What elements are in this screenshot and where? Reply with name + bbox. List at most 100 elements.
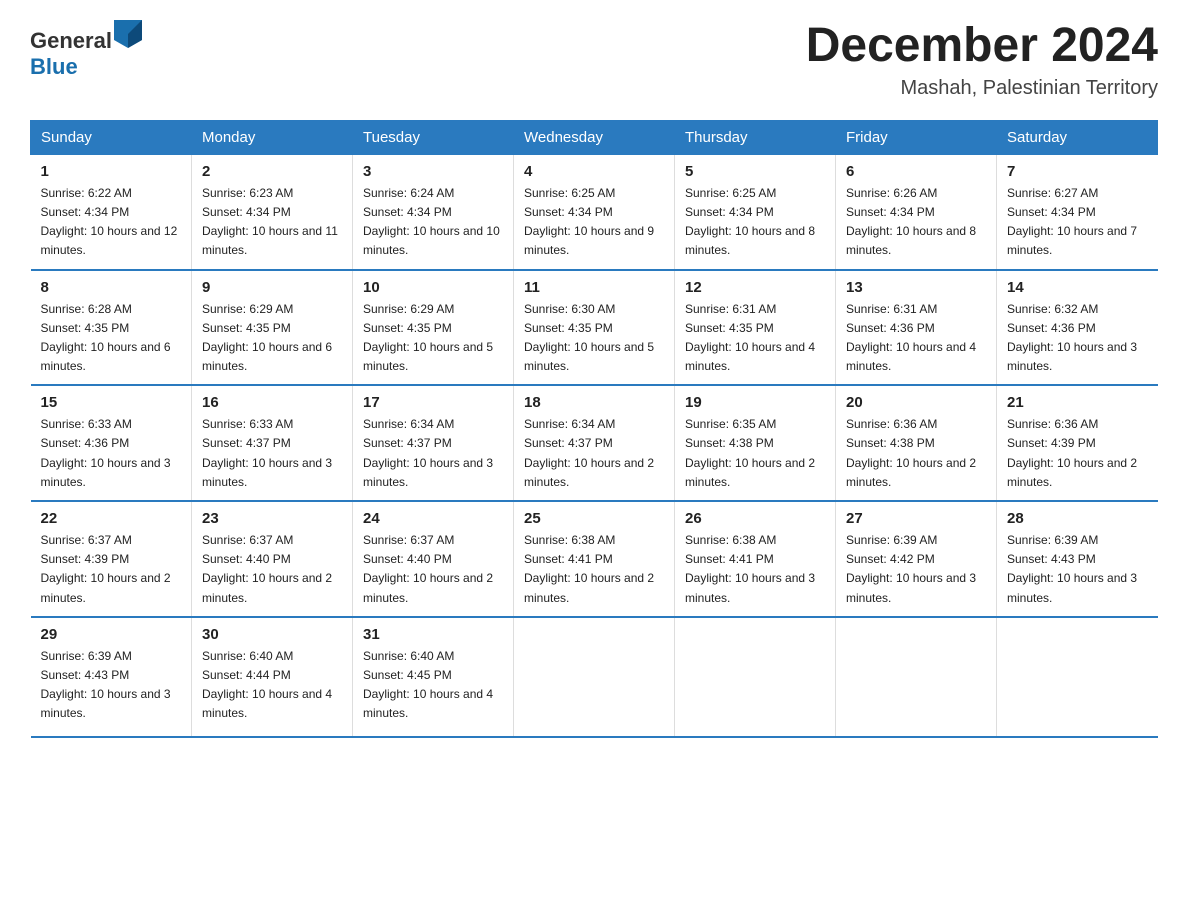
day-info: Sunrise: 6:40 AMSunset: 4:45 PMDaylight:…	[363, 647, 503, 724]
day-info: Sunrise: 6:34 AMSunset: 4:37 PMDaylight:…	[524, 415, 664, 492]
calendar-cell: 8 Sunrise: 6:28 AMSunset: 4:35 PMDaylight…	[31, 270, 192, 386]
header-tuesday: Tuesday	[353, 120, 514, 154]
day-number: 21	[1007, 394, 1148, 411]
day-number: 31	[363, 626, 503, 643]
day-number: 3	[363, 163, 503, 180]
day-info: Sunrise: 6:25 AMSunset: 4:34 PMDaylight:…	[524, 184, 664, 261]
calendar-cell	[514, 617, 675, 737]
calendar-cell: 27 Sunrise: 6:39 AMSunset: 4:42 PMDayligh…	[836, 501, 997, 617]
week-row-5: 29Sunrise: 6:39 AMSunset: 4:43 PMDayligh…	[31, 617, 1158, 737]
day-number: 17	[363, 394, 503, 411]
page-header: General Blue December 2024 Mashah, Pales…	[30, 20, 1158, 100]
day-info: Sunrise: 6:27 AMSunset: 4:34 PMDaylight:…	[1007, 184, 1148, 261]
calendar-cell: 23 Sunrise: 6:37 AMSunset: 4:40 PMDayligh…	[192, 501, 353, 617]
calendar-cell: 16 Sunrise: 6:33 AMSunset: 4:37 PMDayligh…	[192, 385, 353, 501]
day-info: Sunrise: 6:37 AMSunset: 4:40 PMDaylight:…	[363, 531, 503, 608]
day-number: 4	[524, 163, 664, 180]
logo: General Blue	[30, 20, 142, 80]
day-info: Sunrise: 6:26 AMSunset: 4:34 PMDaylight:…	[846, 184, 986, 261]
calendar-cell: 20Sunrise: 6:36 AMSunset: 4:38 PMDayligh…	[836, 385, 997, 501]
calendar-cell: 21 Sunrise: 6:36 AMSunset: 4:39 PMDayligh…	[997, 385, 1158, 501]
week-row-1: 1 Sunrise: 6:22 AMSunset: 4:34 PMDaylight…	[31, 154, 1158, 269]
week-row-2: 8 Sunrise: 6:28 AMSunset: 4:35 PMDaylight…	[31, 270, 1158, 386]
calendar-cell: 1 Sunrise: 6:22 AMSunset: 4:34 PMDaylight…	[31, 154, 192, 269]
calendar-cell: 10 Sunrise: 6:29 AMSunset: 4:35 PMDayligh…	[353, 270, 514, 386]
day-info: Sunrise: 6:40 AMSunset: 4:44 PMDaylight:…	[202, 647, 342, 724]
day-number: 5	[685, 163, 825, 180]
day-number: 25	[524, 510, 664, 527]
logo-blue: Blue	[30, 54, 78, 79]
day-info: Sunrise: 6:22 AMSunset: 4:34 PMDaylight:…	[41, 184, 182, 261]
day-info: Sunrise: 6:29 AMSunset: 4:35 PMDaylight:…	[202, 300, 342, 377]
day-number: 24	[363, 510, 503, 527]
day-number: 8	[41, 279, 182, 296]
header-sunday: Sunday	[31, 120, 192, 154]
day-number: 14	[1007, 279, 1148, 296]
calendar-cell	[675, 617, 836, 737]
day-info: Sunrise: 6:37 AMSunset: 4:39 PMDaylight:…	[41, 531, 182, 608]
day-number: 28	[1007, 510, 1148, 527]
calendar-cell: 6 Sunrise: 6:26 AMSunset: 4:34 PMDaylight…	[836, 154, 997, 269]
day-info: Sunrise: 6:29 AMSunset: 4:35 PMDaylight:…	[363, 300, 503, 377]
day-number: 6	[846, 163, 986, 180]
day-number: 16	[202, 394, 342, 411]
calendar-cell: 4 Sunrise: 6:25 AMSunset: 4:34 PMDaylight…	[514, 154, 675, 269]
header-saturday: Saturday	[997, 120, 1158, 154]
day-info: Sunrise: 6:39 AMSunset: 4:43 PMDaylight:…	[41, 647, 182, 724]
day-info: Sunrise: 6:25 AMSunset: 4:34 PMDaylight:…	[685, 184, 825, 261]
day-number: 19	[685, 394, 825, 411]
day-number: 18	[524, 394, 664, 411]
calendar-cell: 5 Sunrise: 6:25 AMSunset: 4:34 PMDaylight…	[675, 154, 836, 269]
calendar-cell: 3Sunrise: 6:24 AMSunset: 4:34 PMDaylight…	[353, 154, 514, 269]
day-info: Sunrise: 6:33 AMSunset: 4:37 PMDaylight:…	[202, 415, 342, 492]
header-monday: Monday	[192, 120, 353, 154]
calendar-cell	[836, 617, 997, 737]
day-info: Sunrise: 6:34 AMSunset: 4:37 PMDaylight:…	[363, 415, 503, 492]
calendar-cell: 29Sunrise: 6:39 AMSunset: 4:43 PMDayligh…	[31, 617, 192, 737]
month-title: December 2024	[806, 20, 1158, 73]
day-info: Sunrise: 6:36 AMSunset: 4:39 PMDaylight:…	[1007, 415, 1148, 492]
day-number: 10	[363, 279, 503, 296]
day-number: 22	[41, 510, 182, 527]
calendar-cell: 18 Sunrise: 6:34 AMSunset: 4:37 PMDayligh…	[514, 385, 675, 501]
calendar-cell: 31 Sunrise: 6:40 AMSunset: 4:45 PMDayligh…	[353, 617, 514, 737]
day-info: Sunrise: 6:23 AMSunset: 4:34 PMDaylight:…	[202, 184, 342, 261]
title-area: December 2024 Mashah, Palestinian Territ…	[806, 20, 1158, 100]
calendar-cell: 14 Sunrise: 6:32 AMSunset: 4:36 PMDayligh…	[997, 270, 1158, 386]
calendar-header-row: SundayMondayTuesdayWednesdayThursdayFrid…	[31, 120, 1158, 154]
calendar-cell: 24 Sunrise: 6:37 AMSunset: 4:40 PMDayligh…	[353, 501, 514, 617]
calendar-cell: 25Sunrise: 6:38 AMSunset: 4:41 PMDayligh…	[514, 501, 675, 617]
day-number: 7	[1007, 163, 1148, 180]
calendar-cell: 13Sunrise: 6:31 AMSunset: 4:36 PMDayligh…	[836, 270, 997, 386]
day-number: 23	[202, 510, 342, 527]
header-thursday: Thursday	[675, 120, 836, 154]
calendar-cell: 26 Sunrise: 6:38 AMSunset: 4:41 PMDayligh…	[675, 501, 836, 617]
calendar-cell	[997, 617, 1158, 737]
week-row-4: 22 Sunrise: 6:37 AMSunset: 4:39 PMDayligh…	[31, 501, 1158, 617]
day-number: 15	[41, 394, 182, 411]
day-info: Sunrise: 6:39 AMSunset: 4:43 PMDaylight:…	[1007, 531, 1148, 608]
day-info: Sunrise: 6:39 AMSunset: 4:42 PMDaylight:…	[846, 531, 986, 608]
logo-text: General Blue	[30, 20, 142, 80]
calendar-table: SundayMondayTuesdayWednesdayThursdayFrid…	[30, 120, 1158, 738]
calendar-cell: 7 Sunrise: 6:27 AMSunset: 4:34 PMDaylight…	[997, 154, 1158, 269]
day-info: Sunrise: 6:28 AMSunset: 4:35 PMDaylight:…	[41, 300, 182, 377]
day-info: Sunrise: 6:36 AMSunset: 4:38 PMDaylight:…	[846, 415, 986, 492]
calendar-cell: 22 Sunrise: 6:37 AMSunset: 4:39 PMDayligh…	[31, 501, 192, 617]
day-number: 26	[685, 510, 825, 527]
calendar-cell: 30Sunrise: 6:40 AMSunset: 4:44 PMDayligh…	[192, 617, 353, 737]
day-number: 1	[41, 163, 182, 180]
day-info: Sunrise: 6:31 AMSunset: 4:36 PMDaylight:…	[846, 300, 986, 377]
day-info: Sunrise: 6:32 AMSunset: 4:36 PMDaylight:…	[1007, 300, 1148, 377]
calendar-cell: 19Sunrise: 6:35 AMSunset: 4:38 PMDayligh…	[675, 385, 836, 501]
day-number: 12	[685, 279, 825, 296]
header-friday: Friday	[836, 120, 997, 154]
day-info: Sunrise: 6:37 AMSunset: 4:40 PMDaylight:…	[202, 531, 342, 608]
day-number: 2	[202, 163, 342, 180]
logo-icon	[114, 20, 142, 48]
day-info: Sunrise: 6:38 AMSunset: 4:41 PMDaylight:…	[685, 531, 825, 608]
day-info: Sunrise: 6:33 AMSunset: 4:36 PMDaylight:…	[41, 415, 182, 492]
header-wednesday: Wednesday	[514, 120, 675, 154]
calendar-cell: 11Sunrise: 6:30 AMSunset: 4:35 PMDayligh…	[514, 270, 675, 386]
day-number: 27	[846, 510, 986, 527]
